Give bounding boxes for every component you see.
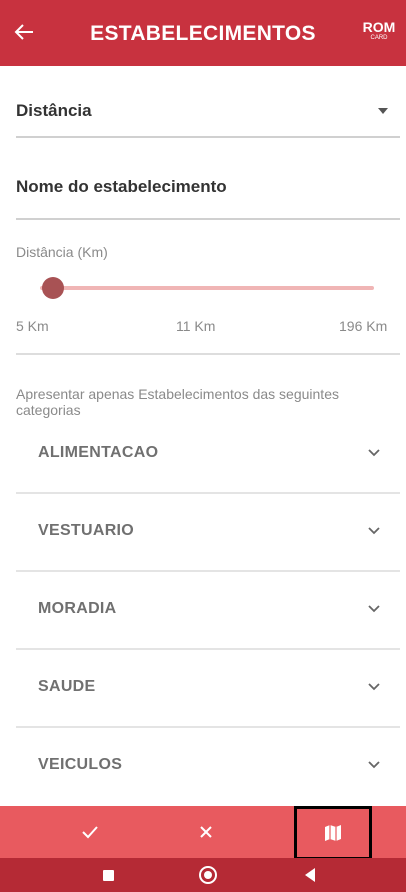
logo-subtext: CARD [370,35,388,41]
category-item-veiculos[interactable]: VEICULOS [16,728,400,806]
action-bar [0,806,406,860]
chevron-down-icon [368,683,380,691]
map-icon [325,825,341,841]
sort-dropdown[interactable]: Distância [16,90,400,138]
chevron-down-icon [368,605,380,613]
sort-dropdown-value: Distância [16,101,92,120]
check-icon [82,826,98,839]
category-list: ALIMENTACAO VESTUARIO MORADIA SAUDE VEIC… [16,416,400,806]
category-label: VESTUARIO [38,522,135,539]
logo-text: ROM [362,19,396,35]
app-bar: ESTABELECIMENTOS ROM CARD [0,0,406,66]
confirm-button[interactable] [50,806,130,858]
distance-label: Distância (Km) [16,244,108,260]
distance-slider[interactable] [40,277,374,299]
category-label: ALIMENTACAO [38,444,159,461]
system-back-icon[interactable] [290,858,330,892]
distance-mid-label: 11 Km [176,318,216,334]
slider-thumb[interactable] [42,277,64,299]
slider-track [40,286,374,290]
system-navigation-bar [0,858,406,892]
distance-max-label: 196 Km [339,318,388,334]
establishment-name-input[interactable]: Nome do estabelecimento [16,166,400,220]
category-label: VEICULOS [38,756,123,773]
category-item-saude[interactable]: SAUDE [16,650,400,728]
cancel-button[interactable] [166,806,246,858]
chevron-down-icon [368,449,380,457]
recents-icon[interactable] [88,858,128,892]
category-label: MORADIA [38,600,117,617]
page-title: ESTABELECIMENTOS [90,22,316,45]
chevron-down-icon [368,527,380,535]
distance-min-label: 5 Km [16,318,49,334]
establishment-name-placeholder: Nome do estabelecimento [16,177,227,196]
home-icon[interactable] [188,858,228,892]
category-item-alimentacao[interactable]: ALIMENTACAO [16,416,400,494]
category-label: SAUDE [38,678,96,695]
close-icon [200,826,212,838]
categories-intro: Apresentar apenas Estabelecimentos das s… [16,386,339,418]
category-item-vestuario[interactable]: VESTUARIO [16,494,400,572]
category-item-moradia[interactable]: MORADIA [16,572,400,650]
section-divider [16,353,400,355]
romcard-logo: ROM CARD [362,20,396,46]
dropdown-caret-icon [378,108,388,114]
map-view-button[interactable] [294,806,372,860]
chevron-down-icon [368,761,380,769]
